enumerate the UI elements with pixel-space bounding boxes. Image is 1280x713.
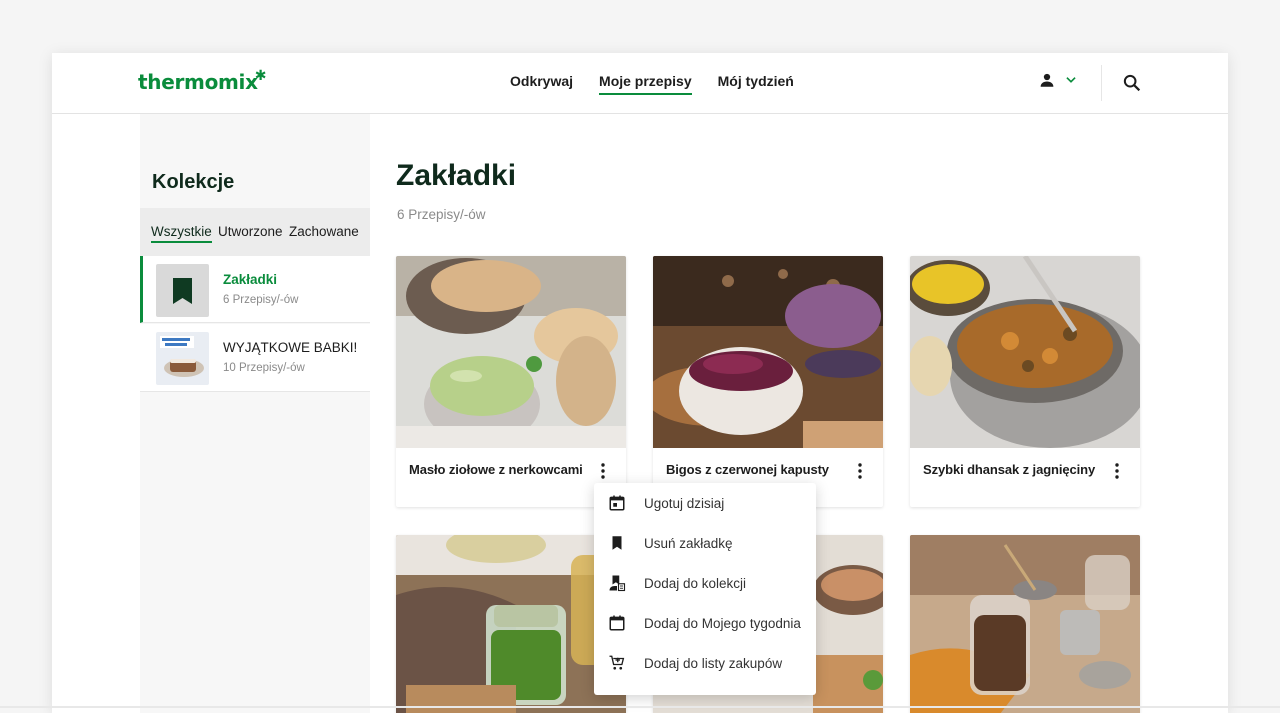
top-header: thermomix✱ Odkrywaj Moje przepisy Mój ty… bbox=[52, 53, 1228, 114]
menu-item-label: Dodaj do listy zakupów bbox=[644, 656, 783, 671]
sidebar-title: Kolekcje bbox=[152, 171, 235, 193]
calendar-icon bbox=[609, 615, 625, 631]
collection-item-zakladki[interactable]: Zakładki 6 Przepisy/-ów bbox=[140, 256, 370, 323]
menu-item-label: Ugotuj dzisiaj bbox=[644, 496, 725, 511]
collection-count: 10 Przepisy/-ów bbox=[223, 362, 305, 374]
cart-add-icon bbox=[609, 655, 625, 670]
bookmark-icon bbox=[612, 536, 622, 550]
recipe-photo bbox=[653, 256, 883, 448]
filter-tab-utworzone[interactable]: Utworzone bbox=[218, 224, 283, 241]
recipe-context-menu: Ugotuj dzisiaj Usuń zakładkę Dodaj do ko… bbox=[594, 483, 816, 695]
menu-item-remove-bookmark[interactable]: Usuń zakładkę bbox=[594, 523, 816, 563]
recipe-photo bbox=[396, 256, 626, 448]
app-window: thermomix✱ Odkrywaj Moje przepisy Mój ty… bbox=[52, 53, 1228, 713]
recipe-photo bbox=[910, 256, 1140, 448]
menu-item-cook-today[interactable]: Ugotuj dzisiaj bbox=[594, 483, 816, 523]
search-icon[interactable] bbox=[1121, 72, 1143, 94]
recipe-card[interactable]: Szybki dhansak z jagnięciny bbox=[910, 256, 1140, 507]
collection-name: Zakładki bbox=[223, 272, 278, 287]
recipe-photo bbox=[910, 535, 1140, 713]
collection-name: WYJĄTKOWE BABKI! bbox=[223, 340, 358, 355]
recipe-card[interactable] bbox=[910, 535, 1140, 713]
nav-odkrywaj[interactable]: Odkrywaj bbox=[510, 73, 573, 95]
recipe-title[interactable]: Masło ziołowe z nerkowcami bbox=[409, 462, 583, 477]
calendar-today-icon bbox=[609, 495, 625, 511]
filter-tab-zachowane[interactable]: Zachowane bbox=[289, 224, 359, 241]
more-vert-icon[interactable] bbox=[596, 462, 610, 480]
filter-tab-wszystkie[interactable]: Wszystkie bbox=[151, 224, 212, 243]
menu-item-add-to-shopping-list[interactable]: Dodaj do listy zakupów bbox=[594, 643, 816, 683]
menu-item-add-to-week[interactable]: Dodaj do Mojego tygodnia bbox=[594, 603, 816, 643]
page-title: Zakładki bbox=[396, 159, 517, 192]
collection-thumb bbox=[156, 264, 209, 317]
main-nav: Odkrywaj Moje przepisy Mój tydzień bbox=[510, 73, 794, 95]
chevron-down-icon bbox=[1066, 77, 1076, 83]
thermomix-logo[interactable]: thermomix✱ bbox=[138, 68, 269, 94]
bookmark-icon bbox=[173, 278, 192, 304]
add-to-collection-icon bbox=[609, 575, 626, 592]
nav-moje-przepisy[interactable]: Moje przepisy bbox=[599, 73, 692, 95]
menu-item-label: Usuń zakładkę bbox=[644, 536, 733, 551]
nav-moj-tydzien[interactable]: Mój tydzień bbox=[718, 73, 794, 95]
header-divider bbox=[1101, 65, 1102, 101]
menu-item-label: Dodaj do kolekcji bbox=[644, 576, 747, 591]
recipe-count: 6 Przepisy/-ów bbox=[397, 207, 486, 222]
collection-item-wyjatkowe-babki[interactable]: WYJĄTKOWE BABKI! 10 Przepisy/-ów bbox=[140, 324, 370, 392]
more-vert-icon[interactable] bbox=[1110, 462, 1124, 480]
collection-count: 6 Przepisy/-ów bbox=[223, 294, 299, 306]
collection-filter-bar: Wszystkie Utworzone Zachowane bbox=[140, 208, 370, 256]
cake-photo bbox=[156, 332, 209, 385]
menu-item-label: Dodaj do Mojego tygodnia bbox=[644, 616, 801, 631]
recipe-photo bbox=[396, 535, 626, 713]
more-vert-icon[interactable] bbox=[853, 462, 867, 480]
user-menu-button[interactable] bbox=[1038, 71, 1078, 89]
recipe-title[interactable]: Szybki dhansak z jagnięciny bbox=[923, 462, 1095, 477]
collections-sidebar: Kolekcje Wszystkie Utworzone Zachowane Z… bbox=[140, 114, 370, 713]
logo-star-icon: ✱ bbox=[254, 68, 267, 84]
recipe-card[interactable]: Bigos z czerwonej kapusty bbox=[653, 256, 883, 507]
recipe-title[interactable]: Bigos z czerwonej kapusty bbox=[666, 462, 829, 477]
recipe-card[interactable] bbox=[396, 535, 626, 713]
menu-item-add-to-collection[interactable]: Dodaj do kolekcji bbox=[594, 563, 816, 603]
recipe-card[interactable]: Masło ziołowe z nerkowcami bbox=[396, 256, 626, 507]
user-icon bbox=[1040, 73, 1054, 87]
